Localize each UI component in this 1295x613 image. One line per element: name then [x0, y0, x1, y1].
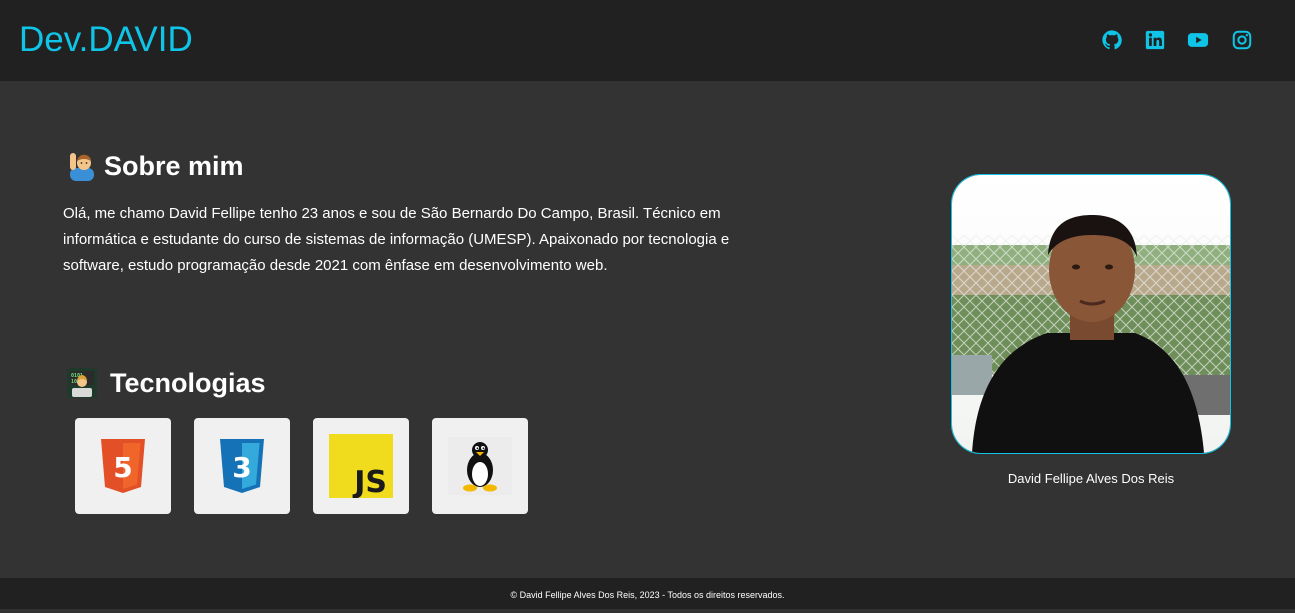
svg-text:JS: JS [352, 465, 387, 498]
technologist-icon: 0101 1010 [66, 367, 98, 399]
svg-text:3: 3 [232, 451, 251, 484]
github-icon [1102, 30, 1122, 50]
instagram-icon [1232, 30, 1252, 50]
about-text: Olá, me chamo David Fellipe tenho 23 ano… [63, 205, 730, 274]
svg-text:5: 5 [113, 451, 132, 484]
site-footer: © David Fellipe Alves Dos Reis, 2023 - T… [0, 578, 1295, 609]
youtube-link[interactable] [1187, 29, 1209, 51]
about-title: Sobre mim [104, 151, 244, 181]
tech-card-linux [432, 418, 528, 514]
tech-card-javascript: JS [313, 418, 409, 514]
technologies-title: Tecnologias [110, 368, 266, 398]
youtube-icon [1187, 33, 1209, 47]
profile-photo [951, 174, 1231, 454]
linkedin-link[interactable] [1144, 29, 1166, 51]
raising-hand-icon [66, 150, 98, 182]
javascript-logo: JS [329, 434, 393, 498]
linkedin-icon [1145, 30, 1165, 50]
profile-photo-image [952, 175, 1230, 453]
site-header: Dev.DAVID [0, 0, 1295, 81]
footer-text: © David Fellipe Alves Dos Reis, 2023 - T… [510, 590, 785, 600]
profile-caption: David Fellipe Alves Dos Reis [1007, 471, 1175, 486]
tech-card-css3: 3 [194, 418, 290, 514]
technologies-heading: 0101 1010 Tecnologias [66, 367, 266, 399]
github-link[interactable] [1101, 29, 1123, 51]
site-logo[interactable]: Dev.DAVID [19, 20, 193, 60]
tech-card-html5: 5 [75, 418, 171, 514]
linux-logo [448, 437, 512, 495]
about-heading: Sobre mim [66, 150, 244, 182]
css3-logo: 3 [220, 439, 264, 493]
instagram-link[interactable] [1231, 29, 1253, 51]
html5-logo: 5 [101, 439, 145, 493]
